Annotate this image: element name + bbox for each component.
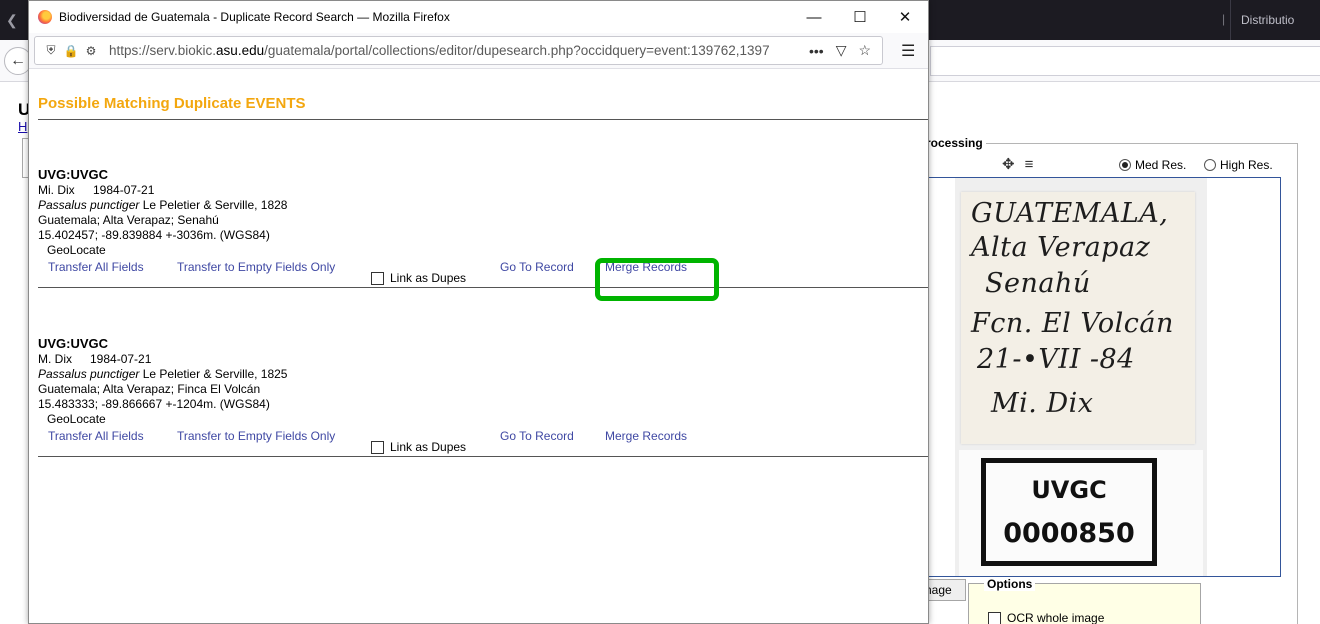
ocr-label: OCR whole image bbox=[1007, 611, 1105, 624]
background-link[interactable]: H bbox=[18, 119, 27, 134]
specimen-image-viewer[interactable]: GUATEMALA, Alta Verapaz Senahú Fcn. El V… bbox=[928, 177, 1281, 577]
background-tab[interactable]: Distributio bbox=[1230, 0, 1320, 40]
catalog-number: 0000850 bbox=[1003, 518, 1135, 549]
go-to-record-link[interactable]: Go To Record bbox=[500, 260, 574, 274]
url-actions: ••• ▽ ☆ bbox=[803, 42, 877, 59]
catalog-number-box: UVGC 0000850 bbox=[981, 458, 1157, 566]
catalog-collection: UVGC bbox=[1031, 476, 1107, 504]
window-title: Biodiversidad de Guatemala - Duplicate R… bbox=[59, 10, 450, 24]
tab-divider-icon: | bbox=[1222, 12, 1226, 26]
url-toolbar: ⛨ 🔒 ⚙ https://serv.biokic.asu.edu/guatem… bbox=[29, 33, 928, 69]
options-legend: Options bbox=[984, 577, 1036, 591]
med-res-option[interactable]: Med Res. bbox=[1119, 158, 1186, 172]
page-content: Possible Matching Duplicate EVENTS UVG:U… bbox=[29, 69, 928, 623]
transfer-all-fields-link[interactable]: Transfer All Fields bbox=[48, 260, 144, 274]
record-coords: 15.402457; -89.839884 +-3036m. (WGS84) bbox=[38, 228, 270, 242]
move-icon[interactable]: ✥ bbox=[1002, 156, 1015, 173]
specimen-label-photo: GUATEMALA, Alta Verapaz Senahú Fcn. El V… bbox=[955, 178, 1207, 576]
background-tab-label: Distributio bbox=[1241, 13, 1295, 27]
label-line: Fcn. El Volcán bbox=[971, 308, 1174, 339]
record-collector: M. Dix bbox=[38, 352, 72, 366]
merge-records-highlight bbox=[595, 258, 719, 301]
bookmark-star-icon[interactable]: ☆ bbox=[859, 42, 872, 59]
catalog-label: UVGC 0000850 bbox=[959, 450, 1203, 576]
label-line: 21-•VII -84 bbox=[977, 344, 1135, 375]
lock-icon[interactable]: 🔒 bbox=[61, 44, 81, 58]
window-titlebar: Biodiversidad de Guatemala - Duplicate R… bbox=[29, 1, 928, 33]
record-collector-line: Mi. Dix 1984-07-21 bbox=[38, 183, 918, 198]
link-as-dupes-option[interactable]: Link as Dupes bbox=[371, 440, 466, 454]
geolocate-link[interactable]: GeoLocate bbox=[38, 243, 918, 258]
url-path: /guatemala/portal/collections/editor/dup… bbox=[264, 43, 770, 58]
link-as-dupes-label: Link as Dupes bbox=[390, 271, 467, 285]
url-field[interactable]: ⛨ 🔒 ⚙ https://serv.biokic.asu.edu/guatem… bbox=[34, 36, 883, 65]
permissions-icon[interactable]: ⚙ bbox=[81, 44, 101, 58]
link-as-dupes-label: Link as Dupes bbox=[390, 440, 467, 454]
record-date: 1984-07-21 bbox=[93, 183, 155, 197]
ocr-checkbox[interactable] bbox=[988, 611, 1001, 624]
hamburger-menu-icon[interactable]: ☰ bbox=[901, 41, 915, 61]
url-domain: asu.edu bbox=[216, 43, 265, 58]
link-as-dupes-checkbox[interactable] bbox=[371, 440, 384, 454]
record-author: Le Peletier & Serville, 1825 bbox=[142, 367, 288, 381]
record-id: UVG:UVGC bbox=[38, 336, 109, 351]
duplicate-search-window: Biodiversidad de Guatemala - Duplicate R… bbox=[28, 0, 929, 624]
record-divider bbox=[38, 456, 928, 457]
record-collector: Mi. Dix bbox=[38, 183, 75, 197]
high-res-radio[interactable] bbox=[1204, 159, 1216, 171]
record-coords: 15.483333; -89.866667 +-1204m. (WGS84) bbox=[38, 397, 270, 411]
link-as-dupes-checkbox[interactable] bbox=[371, 271, 384, 285]
record-sci-name: Passalus punctiger bbox=[38, 198, 140, 212]
maximize-icon[interactable]: ☐ bbox=[837, 1, 883, 33]
record-id: UVG:UVGC bbox=[38, 167, 109, 182]
label-line: Alta Verapaz bbox=[971, 232, 1151, 263]
more-actions-icon[interactable]: ••• bbox=[809, 43, 824, 59]
background-url-field[interactable] bbox=[930, 46, 1320, 76]
record-sci-name: Passalus punctiger bbox=[38, 367, 140, 381]
minimize-icon[interactable]: — bbox=[791, 1, 837, 33]
record-locality: Guatemala; Alta Verapaz; Finca El Volcán bbox=[38, 382, 261, 396]
merge-records-link[interactable]: Merge Records bbox=[605, 429, 687, 443]
high-res-label: High Res. bbox=[1220, 158, 1273, 172]
transfer-empty-fields-link[interactable]: Transfer to Empty Fields Only bbox=[177, 260, 335, 274]
url-text[interactable]: https://serv.biokic.asu.edu/guatemala/po… bbox=[109, 43, 797, 58]
link-as-dupes-option[interactable]: Link as Dupes bbox=[371, 271, 466, 285]
label-line: Senahú bbox=[985, 268, 1091, 299]
label-line: GUATEMALA, bbox=[971, 198, 1169, 229]
chevron-left-icon[interactable]: ❮ bbox=[6, 12, 18, 29]
record-divider bbox=[38, 287, 928, 288]
geolocate-link[interactable]: GeoLocate bbox=[38, 412, 918, 427]
record-collector-line: M. Dix 1984-07-21 bbox=[38, 352, 918, 367]
go-to-record-link[interactable]: Go To Record bbox=[500, 429, 574, 443]
heading-divider bbox=[38, 119, 928, 120]
ocr-whole-image-option[interactable]: OCR whole image bbox=[988, 611, 1104, 624]
med-res-radio[interactable] bbox=[1119, 159, 1131, 171]
record-author: Le Peletier & Serville, 1828 bbox=[142, 198, 288, 212]
filter-icon[interactable]: ≡ bbox=[1025, 156, 1034, 173]
duplicate-record: UVG:UVGC Mi. Dix 1984-07-21 Passalus punc… bbox=[38, 167, 918, 258]
handwritten-label: GUATEMALA, Alta Verapaz Senahú Fcn. El V… bbox=[961, 192, 1195, 444]
firefox-icon bbox=[38, 10, 52, 24]
transfer-all-fields-link[interactable]: Transfer All Fields bbox=[48, 429, 144, 443]
pocket-icon[interactable]: ▽ bbox=[836, 42, 847, 59]
page-title: Possible Matching Duplicate EVENTS bbox=[38, 95, 306, 112]
high-res-option[interactable]: High Res. bbox=[1204, 158, 1273, 172]
transfer-empty-fields-link[interactable]: Transfer to Empty Fields Only bbox=[177, 429, 335, 443]
image-tools: ✥ ≡ bbox=[1002, 155, 1043, 173]
shield-icon[interactable]: ⛨ bbox=[41, 43, 61, 58]
record-locality: Guatemala; Alta Verapaz; Senahú bbox=[38, 213, 219, 227]
record-date: 1984-07-21 bbox=[90, 352, 152, 366]
image-processing-legend: rocessing bbox=[926, 136, 986, 150]
duplicate-record: UVG:UVGC M. Dix 1984-07-21 Passalus punct… bbox=[38, 336, 918, 427]
med-res-label: Med Res. bbox=[1135, 158, 1187, 172]
record-taxon-line: Passalus punctiger Le Peletier & Servill… bbox=[38, 198, 918, 213]
record-taxon-line: Passalus punctiger Le Peletier & Servill… bbox=[38, 367, 918, 382]
label-line: Mi. Dix bbox=[991, 388, 1094, 419]
close-icon[interactable]: ✕ bbox=[882, 1, 928, 33]
url-prefix: https://serv.biokic. bbox=[109, 43, 217, 58]
